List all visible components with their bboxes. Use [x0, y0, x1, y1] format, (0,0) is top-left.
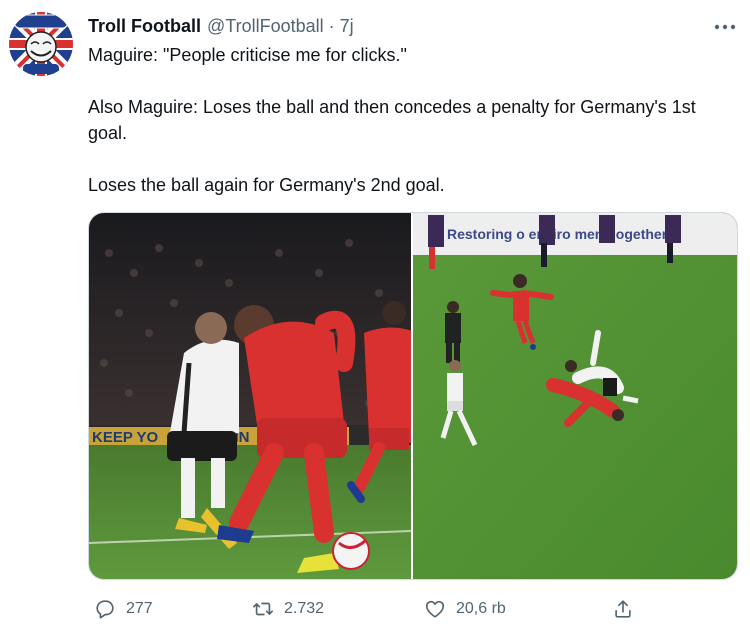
media-image-left[interactable]: KEEP YO ANN [89, 213, 411, 579]
reply-icon [88, 592, 122, 626]
tweet-text: Maguire: "People criticise me for clicks… [88, 42, 738, 198]
reply-button[interactable]: 277 [88, 592, 153, 626]
tweet-text-line: Maguire: "People criticise me for clicks… [88, 45, 407, 65]
reply-count: 277 [126, 600, 153, 617]
banner-text: Restoring o enviro ment, ogether. [447, 226, 670, 242]
more-options-button[interactable] [710, 16, 740, 38]
retweet-icon [246, 592, 280, 626]
retweet-button[interactable]: 2.732 [246, 592, 324, 626]
retweet-count: 2.732 [284, 600, 325, 617]
tweet-text-line: Also Maguire: Loses the ball and then co… [88, 97, 696, 143]
media-image-right[interactable]: Restoring o enviro ment, ogether. [413, 213, 737, 579]
football-photo-right: Restoring o enviro ment, ogether. [413, 213, 737, 579]
more-icon [714, 24, 736, 30]
tweet-actions: 277 2.732 20,6 rb [88, 592, 648, 626]
football-photo-left: KEEP YO ANN [89, 213, 411, 579]
author-name[interactable]: Troll Football [88, 14, 201, 38]
separator-dot: · [328, 16, 335, 36]
tweet-header: Troll Football @TrollFootball · 7j [88, 14, 354, 38]
tweet-text-line: Loses the ball again for Germany's 2nd g… [88, 175, 445, 195]
share-button[interactable] [606, 592, 644, 626]
tweet-timestamp[interactable]: 7j [340, 14, 354, 38]
tweet-card[interactable]: Troll Football @TrollFootball · 7j Magui… [0, 0, 750, 632]
avatar[interactable] [9, 12, 73, 76]
like-icon [418, 592, 452, 626]
avatar-image [9, 12, 73, 76]
share-icon [606, 592, 640, 626]
board-text: KEEP YO [92, 429, 158, 446]
author-handle[interactable]: @TrollFootball [207, 14, 324, 38]
like-button[interactable]: 20,6 rb [418, 592, 506, 626]
tweet-media[interactable]: KEEP YO ANN [88, 212, 738, 580]
like-count: 20,6 rb [456, 600, 506, 617]
